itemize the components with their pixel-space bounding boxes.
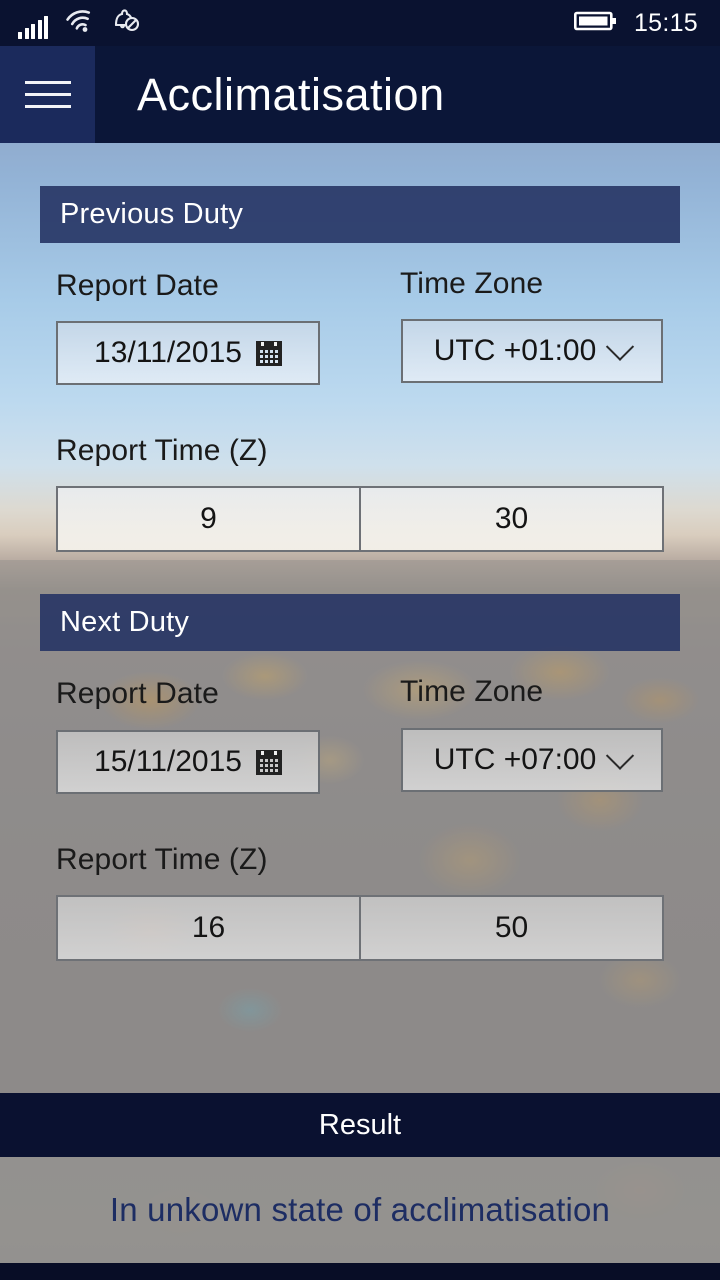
date-picker-next-duty[interactable]: 15/11/2015: [56, 730, 320, 794]
bottom-navigation-bar: [0, 1263, 720, 1280]
wifi-icon: [64, 9, 94, 39]
app-title-bar: Acclimatisation: [0, 46, 720, 143]
date-picker-previous-duty[interactable]: 13/11/2015: [56, 321, 320, 385]
timezone-value: UTC +07:00: [433, 743, 597, 776]
hours-field-previous[interactable]: 9: [58, 488, 359, 550]
label-time-zone-next: Time Zone: [400, 675, 544, 708]
minutes-field-next[interactable]: 50: [359, 897, 662, 959]
label-report-time-previous: Report Time (Z): [56, 434, 268, 467]
main-content: Previous Duty Report Date Time Zone 13/1…: [0, 143, 720, 1093]
label-report-date-next: Report Date: [56, 677, 219, 710]
page-title: Acclimatisation: [137, 68, 445, 120]
hamburger-menu-icon[interactable]: [0, 46, 95, 143]
result-text: In unkown state of acclimatisation: [109, 1191, 611, 1228]
status-bar-right-icons: 15:15: [573, 8, 720, 38]
hamburger-bar: [24, 81, 71, 84]
time-picker-previous-duty: 9 30: [56, 486, 664, 552]
phone-screen: 15:15 Acclimatisation Previous Duty Repo…: [0, 0, 720, 1280]
chevron-down-icon: [606, 332, 635, 361]
result-header-label: Result: [318, 1108, 402, 1141]
date-value: 15/11/2015: [94, 745, 242, 778]
section-header-label: Previous Duty: [60, 198, 244, 230]
hamburger-bar: [24, 105, 71, 108]
calendar-icon: [255, 749, 282, 775]
timezone-dropdown-next-duty[interactable]: UTC +07:00: [401, 728, 663, 792]
section-header-label: Next Duty: [60, 606, 190, 638]
result-header-bar: Result: [0, 1093, 720, 1157]
battery-full-icon: [573, 9, 618, 38]
chevron-down-icon: [606, 741, 635, 770]
hamburger-bar: [24, 93, 71, 96]
status-bar-left-icons: [0, 8, 140, 39]
timezone-dropdown-previous-duty[interactable]: UTC +01:00: [401, 319, 663, 383]
time-picker-next-duty: 16 50: [56, 895, 664, 961]
hours-field-next[interactable]: 16: [58, 897, 359, 959]
bell-muted-icon: [110, 8, 140, 39]
label-report-date-previous: Report Date: [56, 269, 219, 302]
section-header-next-duty: Next Duty: [40, 594, 680, 651]
status-bar-clock: 15:15: [633, 8, 698, 37]
status-bar: 15:15: [0, 0, 720, 46]
section-header-previous-duty: Previous Duty: [40, 186, 680, 243]
timezone-value: UTC +01:00: [433, 334, 597, 367]
cellular-signal-icon: [18, 15, 48, 39]
label-report-time-next: Report Time (Z): [56, 843, 268, 876]
label-time-zone-previous: Time Zone: [400, 267, 544, 300]
calendar-icon: [255, 340, 282, 366]
minutes-field-previous[interactable]: 30: [359, 488, 662, 550]
date-value: 13/11/2015: [94, 336, 242, 369]
result-panel: In unkown state of acclimatisation: [0, 1157, 720, 1263]
